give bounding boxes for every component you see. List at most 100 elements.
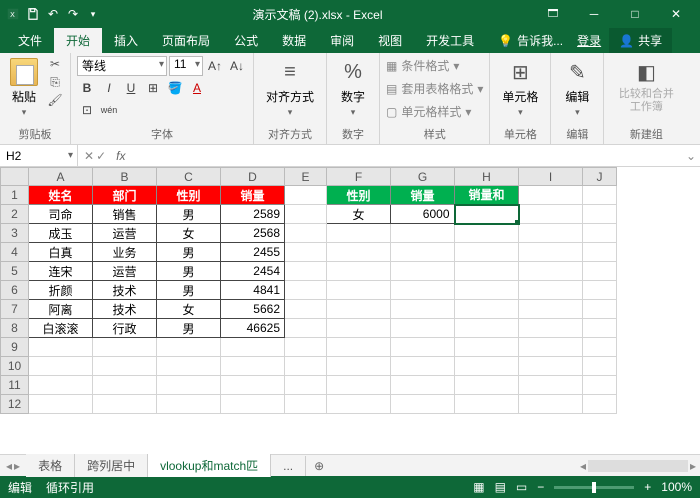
row-header[interactable]: 3 [1,224,29,243]
sheet-tab[interactable]: 跨列居中 [75,454,148,477]
cell[interactable] [221,376,285,395]
cell[interactable]: 男 [157,243,221,262]
col-header[interactable]: I [519,168,583,186]
cell[interactable] [583,243,617,262]
cell[interactable] [583,376,617,395]
conditional-format-button[interactable]: ▦条件格式▾ [386,56,459,75]
maximize-button[interactable]: □ [615,0,655,28]
cell[interactable] [391,281,455,300]
col-header[interactable]: H [455,168,519,186]
cancel-formula-icon[interactable]: ✕ [84,149,94,163]
cell[interactable] [391,224,455,243]
cell-style-button[interactable]: ▢单元格样式▾ [386,102,471,121]
cell[interactable] [29,395,93,414]
sheet-nav-next-icon[interactable]: ▸ [14,459,20,473]
row-header[interactable]: 5 [1,262,29,281]
cell[interactable] [221,395,285,414]
accept-formula-icon[interactable]: ✓ [96,149,106,163]
cell[interactable] [583,205,617,224]
cell[interactable]: 销量和 [455,186,519,205]
cell[interactable] [455,281,519,300]
table-format-button[interactable]: ▤套用表格格式▾ [386,79,483,98]
cell[interactable] [157,357,221,376]
cell[interactable] [583,395,617,414]
cell[interactable]: 销售 [93,205,157,224]
col-header[interactable]: E [285,168,327,186]
cell[interactable] [519,376,583,395]
border-button[interactable]: ⊞ [143,78,163,98]
cell[interactable]: 阿离 [29,300,93,319]
row-header[interactable]: 8 [1,319,29,338]
font-color-button[interactable]: A [187,78,207,98]
cell[interactable]: 技术 [93,300,157,319]
cell[interactable] [583,300,617,319]
cell[interactable]: 业务 [93,243,157,262]
view-break-icon[interactable]: ▭ [516,480,527,494]
cell[interactable] [583,224,617,243]
cut-icon[interactable]: ✂ [46,56,64,72]
cell[interactable]: 女 [157,224,221,243]
cell[interactable] [455,319,519,338]
cell[interactable] [391,300,455,319]
cell[interactable] [221,357,285,376]
cell[interactable] [519,186,583,205]
cell[interactable] [583,262,617,281]
cell[interactable] [285,338,327,357]
cell[interactable]: 女 [157,300,221,319]
cell[interactable] [327,338,391,357]
zoom-level[interactable]: 100% [661,480,692,494]
cell[interactable]: 折颜 [29,281,93,300]
selected-cell[interactable] [455,205,519,224]
cell[interactable] [391,243,455,262]
cell[interactable] [29,376,93,395]
col-header[interactable]: F [327,168,391,186]
cell[interactable] [93,357,157,376]
cell[interactable] [519,338,583,357]
col-header[interactable]: J [583,168,617,186]
cell[interactable] [327,395,391,414]
undo-icon[interactable]: ↶ [44,5,62,23]
tab-review[interactable]: 审阅 [318,28,366,53]
col-header[interactable]: G [391,168,455,186]
view-layout-icon[interactable]: ▤ [495,480,506,494]
cell[interactable]: 司命 [29,205,93,224]
cell[interactable] [285,205,327,224]
cell[interactable]: 部门 [93,186,157,205]
cell[interactable] [29,357,93,376]
cell[interactable] [285,262,327,281]
cell[interactable] [519,224,583,243]
hscroll-left-icon[interactable]: ◂ [580,459,586,473]
tab-file[interactable]: 文件 [6,28,54,53]
cell[interactable] [327,224,391,243]
cell[interactable] [519,300,583,319]
cell[interactable]: 男 [157,319,221,338]
grow-font-icon[interactable]: A↑ [205,56,225,76]
cell[interactable] [93,376,157,395]
save-icon[interactable] [24,5,42,23]
cell[interactable] [327,262,391,281]
col-header[interactable]: D [221,168,285,186]
bold-button[interactable]: B [77,78,97,98]
cell[interactable] [327,376,391,395]
minimize-button[interactable]: ─ [574,0,614,28]
cell[interactable] [519,319,583,338]
cell[interactable] [455,338,519,357]
tab-layout[interactable]: 页面布局 [150,28,222,53]
login-link[interactable]: 登录 [569,28,609,53]
row-header[interactable]: 4 [1,243,29,262]
cell[interactable] [285,319,327,338]
cell[interactable] [93,395,157,414]
cell[interactable] [519,243,583,262]
fx-icon[interactable]: fx [112,149,129,163]
cell[interactable] [391,357,455,376]
cell[interactable] [285,357,327,376]
fill-color-button[interactable]: 🪣 [165,78,185,98]
tab-insert[interactable]: 插入 [102,28,150,53]
cell[interactable] [157,338,221,357]
cell[interactable] [519,205,583,224]
cell[interactable] [455,243,519,262]
cell[interactable]: 46625 [221,319,285,338]
tell-me[interactable]: 💡告诉我... [492,28,569,53]
underline-button[interactable]: U [121,78,141,98]
cell[interactable] [29,338,93,357]
